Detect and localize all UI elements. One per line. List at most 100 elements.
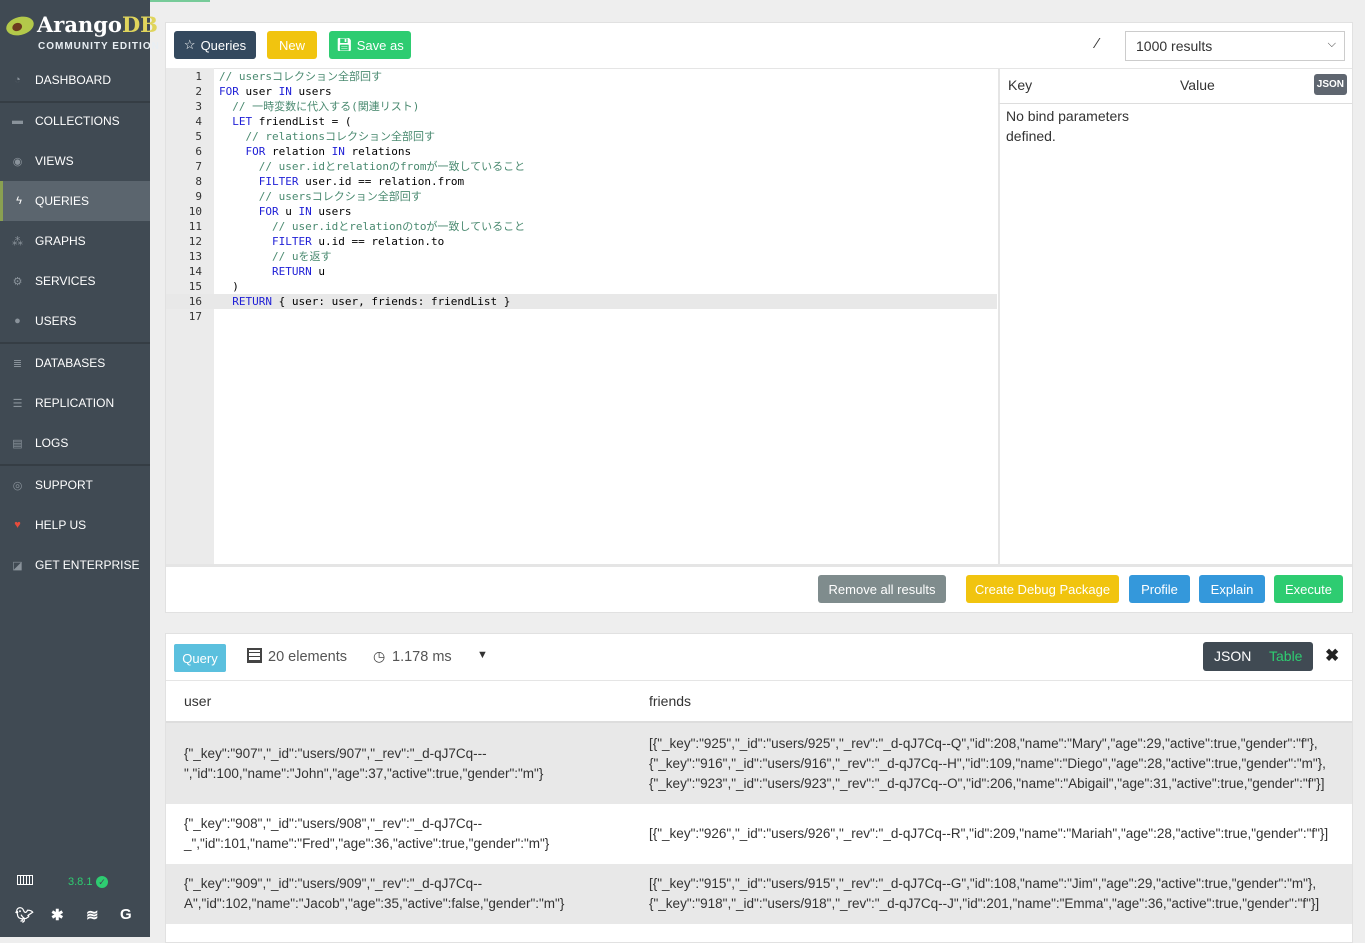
json-view-button[interactable]: JSON [1214,648,1251,664]
profile-button[interactable]: Profile [1129,575,1190,603]
sidebar-item-databases[interactable]: ≣ DATABASES [0,343,150,383]
code-line[interactable]: 14 RETURN u [166,264,997,279]
line-number: 17 [188,310,202,323]
sidebar-item-collections[interactable]: ▬ COLLECTIONS [0,101,150,141]
table-view-button[interactable]: Table [1269,648,1302,664]
sidebar-divider [0,342,150,344]
keyboard-shortcuts-icon[interactable] [17,875,33,885]
sidebar-item-help-us[interactable]: ♥ HELP US [0,505,150,545]
code-token: IN [278,85,292,98]
save-icon: 💾︎ [336,37,353,52]
code-text: FOR user IN users [219,84,332,99]
code-token: // relationsコレクション全部回す [245,130,435,143]
sidebar-item-views[interactable]: ◉ VIEWS [0,141,150,181]
explain-button[interactable]: Explain [1199,575,1265,603]
sidebar-item-services[interactable]: ⚙ SERVICES [0,261,150,301]
code-token: FOR [258,205,279,218]
sidebar-item-label: VIEWS [35,154,74,168]
caret-down-icon[interactable]: ▼ [477,649,488,661]
code-line[interactable]: 2 FOR user IN users [166,84,997,99]
code-line[interactable]: 11 // user.idとrelationのtoが一致していること [166,219,997,234]
arangodb-logo[interactable]: ArangoDB COMMUNITY EDITION [3,12,159,54]
code-token: users [291,85,332,98]
code-line[interactable]: 8 FILTER user.id == relation.from [166,174,997,189]
twitter-icon[interactable]: 🐦︎ [15,906,34,924]
code-line[interactable]: 1 // usersコレクション全部回す [166,69,997,84]
sidebar-item-graphs[interactable]: ⁂ GRAPHS [0,221,150,261]
line-number: 15 [188,280,202,293]
queries-button[interactable]: ☆ Queries [174,31,256,59]
code-token: u [311,265,325,278]
close-icon[interactable]: ✖ [1325,646,1339,666]
sidebar-item-replication[interactable]: ☰ REPLICATION [0,383,150,423]
new-button[interactable]: New [267,31,317,59]
code-token: ) [219,280,239,293]
code-token: RETURN [271,265,312,278]
sidebar-item-get-enterprise[interactable]: ◪ GET ENTERPRISE [0,545,150,585]
line-number: 6 [195,145,202,158]
code-text: // user.idとrelationのtoが一致していること [219,219,525,234]
code-line[interactable]: 12 FILTER u.id == relation.to [166,234,997,249]
edition-label: COMMUNITY EDITION [38,41,160,52]
cell-friends: [{"_key":"926","_id":"users/926","_rev":… [649,826,1329,841]
code-token: u.id == relation.to [311,235,445,248]
table-icon [247,648,262,663]
sidebar-item-logs[interactable]: ▤ LOGS [0,423,150,463]
eye-icon: ◉ [12,155,23,168]
code-token: IN [331,145,345,158]
sidebar-item-label: QUERIES [35,194,90,208]
results-panel: Query 20 elements ◷ 1.178 ms ▼ JSON Tabl… [165,633,1353,943]
sidebar-item-dashboard[interactable]: ◔ DASHBOARD [0,60,150,100]
results-limit-select[interactable]: 1000 results ⌵ [1125,31,1345,61]
code-text: LET friendList = ( [219,114,351,129]
code-line[interactable]: 5 // relationsコレクション全部回す [166,129,997,144]
aql-editor[interactable]: 1// usersコレクション全部回す 2 FOR user IN users 3 /… [166,69,997,324]
bind-params-json-toggle[interactable]: JSON [1313,74,1347,95]
code-line[interactable]: 6 FOR relation IN relations [166,144,997,159]
code-token: user.id == relation.from [298,175,465,188]
sidebar-item-label: GET ENTERPRISE [35,558,140,572]
stackoverflow-icon[interactable]: ≋ [86,906,99,924]
code-line[interactable]: 10 FOR u IN users [166,204,997,219]
sidebar-item-label: SUPPORT [35,478,93,492]
code-token: friendList = ( [252,115,352,128]
code-line[interactable]: 7 // user.idとrelationのfromが一致していること [166,159,997,174]
code-token: FILTER [258,175,299,188]
line-number: 12 [188,235,202,248]
code-text: // 一時変数に代入する(関連リスト) [219,99,419,114]
code-line[interactable]: 13 // uを返す [166,249,997,264]
version-label: 3.8.1 [68,876,93,888]
slack-icon[interactable]: ✱ [51,906,64,924]
code-text: // usersコレクション全部回す [219,69,382,84]
code-token: FOR [219,85,239,98]
no-bind-params-text: No bind parameters defined. [1006,108,1129,144]
code-text: FOR u IN users [219,204,352,219]
code-line[interactable]: 16 RETURN { user: user, friends: friendL… [166,294,997,309]
sidebar-item-users[interactable]: ● USERS [0,301,150,341]
code-line[interactable]: 3 // 一時変数に代入する(関連リスト) [166,99,997,114]
save-as-button[interactable]: 💾︎ Save as [329,31,411,59]
code-line[interactable]: 15 ) [166,279,997,294]
code-token: u [278,205,299,218]
code-line[interactable]: 17 [166,309,997,324]
google-groups-icon[interactable]: G [120,906,132,923]
code-line[interactable]: 4 LET friendList = ( [166,114,997,129]
sidebar-item-support[interactable]: ◎ SUPPORT [0,465,150,505]
magic-wand-icon[interactable]: ⁄ [1096,35,1099,52]
sidebar-item-queries[interactable]: ϟ QUERIES [0,181,150,221]
save-as-label: Save as [356,37,404,53]
code-line[interactable]: 9 // usersコレクション全部回す [166,189,997,204]
database-icon: ≣ [12,357,23,370]
query-tab[interactable]: Query [174,644,226,672]
execute-button[interactable]: Execute [1274,575,1343,603]
external-icon: ◪ [12,559,23,572]
create-debug-package-button[interactable]: Create Debug Package [966,575,1119,603]
sidebar-item-label: HELP US [35,518,87,532]
code-token: FOR [245,145,266,158]
remove-all-results-button[interactable]: Remove all results [818,575,946,603]
